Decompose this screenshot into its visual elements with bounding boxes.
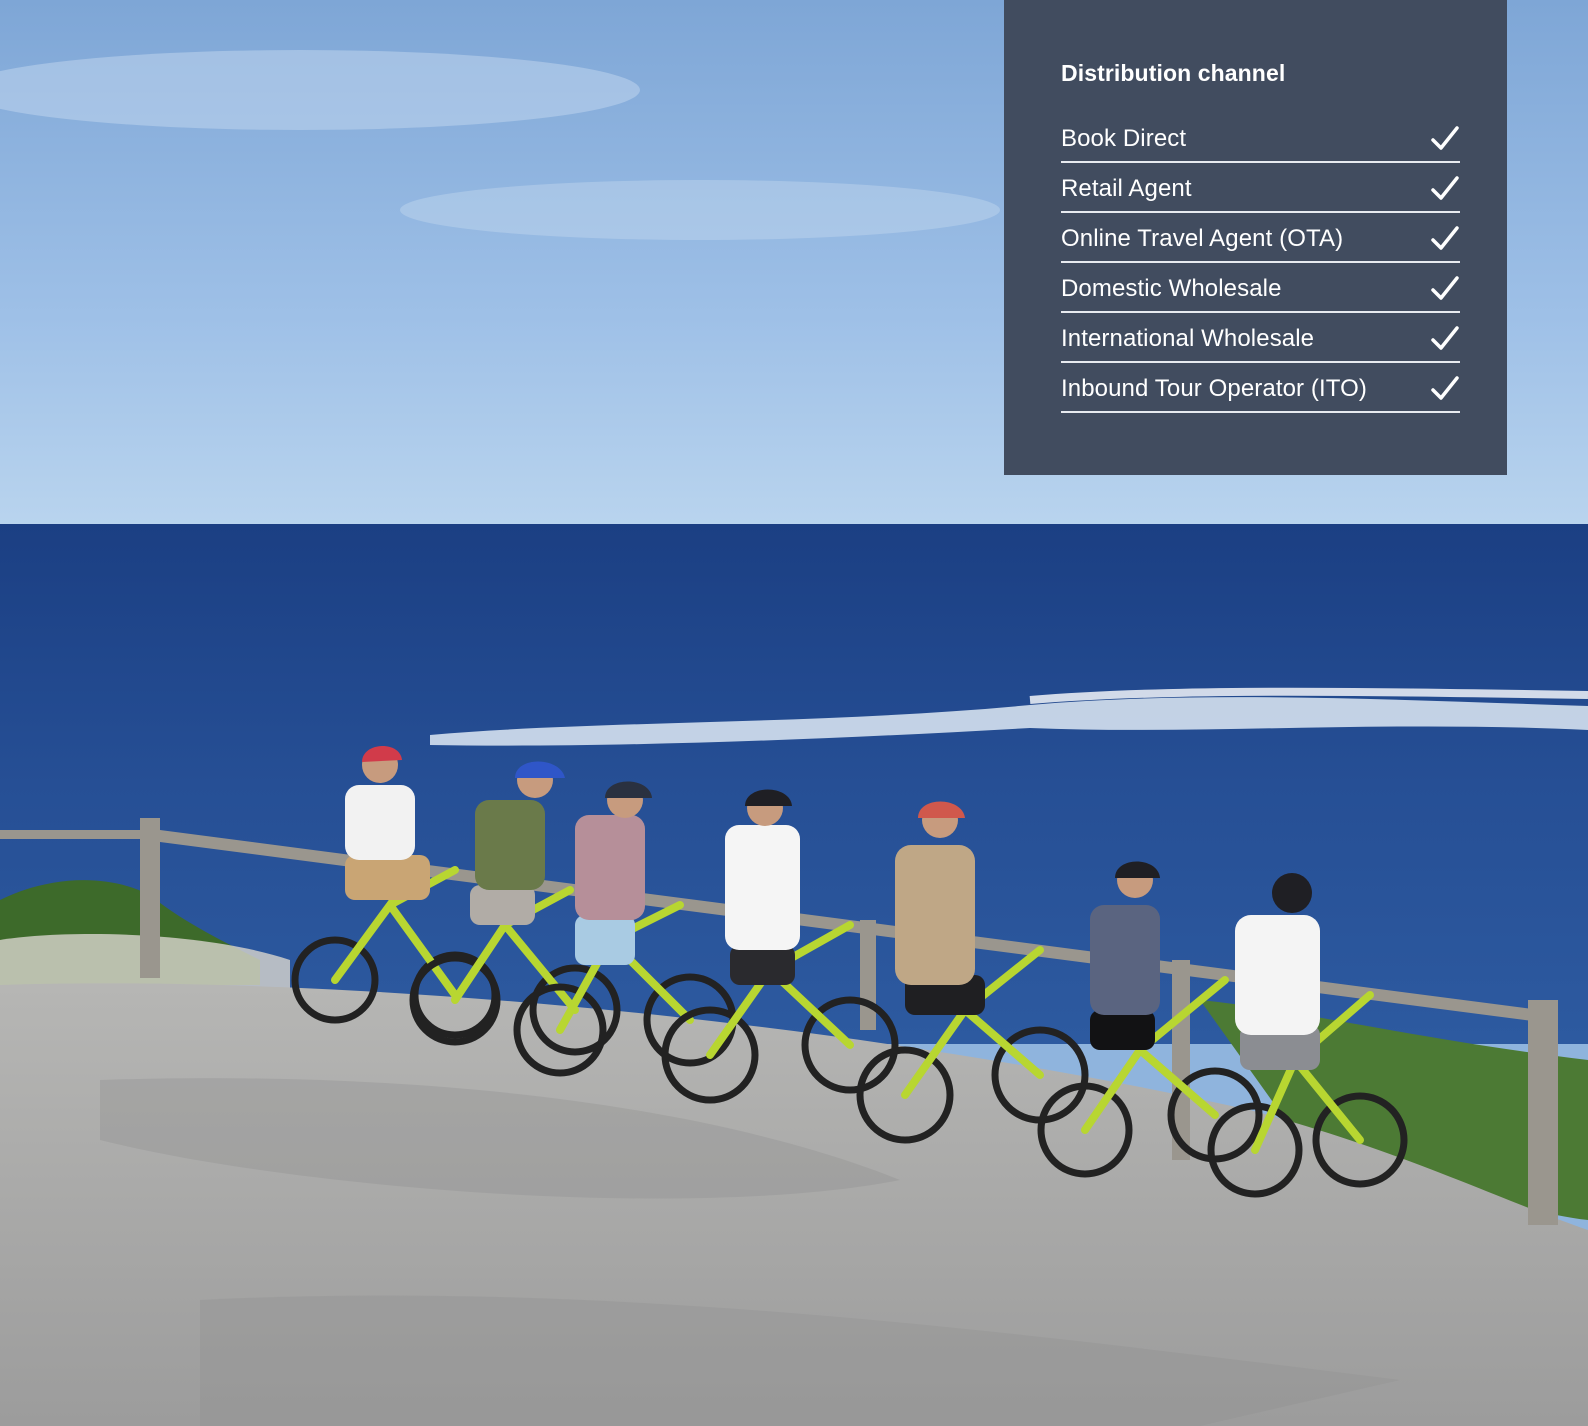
channel-item-book-direct: Book Direct (1061, 115, 1460, 163)
channel-item-domestic-wholesale: Domestic Wholesale (1061, 265, 1460, 313)
channel-label: Domestic Wholesale (1061, 275, 1282, 302)
check-icon (1431, 276, 1459, 300)
channel-item-inbound-tour-operator: Inbound Tour Operator (ITO) (1061, 365, 1460, 413)
channel-item-international-wholesale: International Wholesale (1061, 315, 1460, 363)
check-icon (1431, 376, 1459, 400)
channel-label: Book Direct (1061, 125, 1187, 152)
check-icon (1431, 326, 1459, 350)
panel-title: Distribution channel (1061, 60, 1286, 86)
channel-list: Book Direct Retail Agent Online Travel A… (1061, 115, 1460, 413)
distribution-channel-panel: Distribution channel Book Direct Retail … (1004, 0, 1507, 475)
check-icon (1431, 226, 1459, 250)
channel-label: International Wholesale (1061, 325, 1315, 352)
cloud (400, 180, 1000, 240)
channel-label: Inbound Tour Operator (ITO) (1061, 375, 1367, 402)
check-icon (1431, 126, 1459, 150)
channel-label: Retail Agent (1061, 175, 1192, 202)
channel-item-online-travel-agent: Online Travel Agent (OTA) (1061, 215, 1460, 263)
check-icon (1431, 176, 1459, 200)
channel-item-retail-agent: Retail Agent (1061, 165, 1460, 213)
channel-label: Online Travel Agent (OTA) (1061, 225, 1344, 252)
